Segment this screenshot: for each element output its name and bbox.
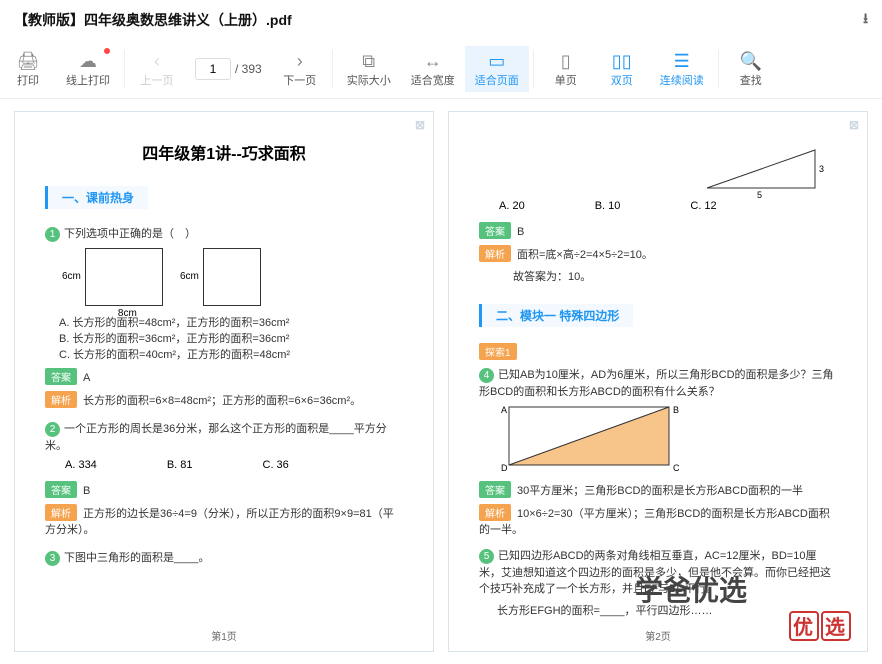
page-input[interactable] [195,58,231,80]
print-icon: 🖨 [17,50,40,72]
double-page-button[interactable]: ▯▯双页 [594,46,650,92]
print-button[interactable]: 🖨打印 [0,46,56,92]
svg-text:B: B [673,405,679,415]
page-total: / 393 [235,62,262,76]
section-heading-2: 二、模块一 特殊四边形 [479,304,633,327]
figure-rects: 6cm8cm 6cm [85,248,403,306]
fit-width-button[interactable]: ↔适合宽度 [401,46,465,92]
prev-page-button: ‹上一页 [129,46,185,92]
q2-options: A. 334B. 81C. 36 [65,459,403,471]
svg-text:3: 3 [819,164,824,174]
next-page-button[interactable]: ›下一页 [272,46,328,92]
question-number-2: 2 [45,422,60,437]
svg-text:C: C [673,463,680,473]
page-indicator: / 393 [185,46,272,92]
doc-title: 【教师版】四年级奥数思维讲义（上册）.pdf [14,10,292,30]
watermark-icon: ⊠ [849,118,859,132]
explain-badge: 解析 [45,391,77,408]
svg-text:5: 5 [757,190,762,200]
fit-page-icon: ▭ [488,50,505,72]
q1-options: A. 长方形的面积=48cm²，正方形的面积=36cm² B. 长方形的面积=3… [59,314,403,362]
online-print-button[interactable]: ☁线上打印 [56,46,120,92]
triangle-figure: 53 [707,146,827,199]
question-number-4: 4 [479,368,494,383]
question-number-3: 3 [45,551,60,566]
double-page-icon: ▯▯ [612,50,632,72]
one-to-one-icon: ⧉ [362,50,375,72]
svg-text:D: D [501,463,508,473]
search-icon: 🔍 [739,50,761,72]
question-1: 1下列选项中正确的是（ ） [45,225,403,242]
chevron-left-icon: ‹ [154,50,160,72]
actual-size-button[interactable]: ⧉实际大小 [337,46,401,92]
fit-width-icon: ↔ [424,50,442,72]
toolbar: 🖨打印 ☁线上打印 ‹上一页 / 393 ›下一页 ⧉实际大小 ↔适合宽度 ▭适… [0,40,882,99]
answer-badge: 答案 [479,481,511,498]
rectangle-figure: 6cm8cm [85,248,163,306]
svg-text:A: A [501,405,507,415]
explore-badge: 探索1 [479,343,517,360]
section-heading: 一、课前热身 [45,186,148,209]
question-4: 4已知AB为10厘米，AD为6厘米，所以三角形BCD的面积是多少？三角形BCD的… [479,366,837,399]
explain-badge: 解析 [45,504,77,521]
question-2: 2一个正方形的周长是36分米，那么这个正方形的面积是____平方分米。 [45,420,403,453]
answer-badge: 答案 [45,368,77,385]
question-number-1: 1 [45,227,60,242]
continuous-button[interactable]: ☰连续阅读 [650,46,714,92]
continuous-icon: ☰ [674,50,690,72]
explain-badge: 解析 [479,245,511,262]
fit-page-button[interactable]: ▭适合页面 [465,46,529,92]
explain-badge: 解析 [479,504,511,521]
find-button[interactable]: 🔍查找 [723,46,779,92]
single-page-icon: ▯ [561,50,571,72]
page-footer: 第2页 [449,628,867,643]
download-icon[interactable]: ⭳ [863,8,868,32]
chevron-right-icon: › [297,50,303,72]
answer-badge: 答案 [479,222,511,239]
question-number-5: 5 [479,549,494,564]
answer-badge: 答案 [45,481,77,498]
brand-text: 学爸优选 [635,569,747,609]
rect-triangle-figure: AB CD [509,407,679,473]
question-3: 3下图中三角形的面积是____。 [45,549,403,566]
watermark-icon: ⊠ [415,118,425,132]
tri-choices: A. 20B. 10C. 12 [499,200,837,212]
page-title: 四年级第1讲--巧求面积 [45,140,403,164]
cloud-icon: ☁ [79,50,97,72]
pdf-page-2: ⊠ 53 A. 20B. 10C. 12 答案B 解析面积=底×高÷2=4×5÷… [448,111,868,652]
page-footer: 第1页 [15,628,433,643]
square-figure: 6cm [203,248,261,306]
single-page-button[interactable]: ▯单页 [538,46,594,92]
notification-dot [104,48,110,54]
pdf-page-1: ⊠ 四年级第1讲--巧求面积 一、课前热身 1下列选项中正确的是（ ） 6cm8… [14,111,434,652]
pdf-viewer: ⊠ 四年级第1讲--巧求面积 一、课前热身 1下列选项中正确的是（ ） 6cm8… [0,99,882,664]
